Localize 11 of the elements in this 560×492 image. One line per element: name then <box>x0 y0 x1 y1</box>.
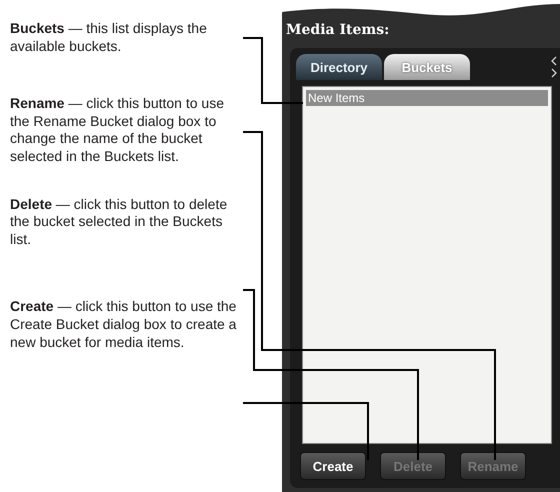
scroll-arrows-icon[interactable] <box>550 54 558 80</box>
callout-text: Rename — click this button to use the Rename Bucket dialog box to change the name of the bucket selected in the Buckets list. <box>10 95 225 166</box>
tab[interactable]: Buckets <box>384 54 470 80</box>
list-item[interactable]: New Items <box>306 90 548 106</box>
tab[interactable]: Directory <box>296 54 382 80</box>
callout-text: Create — click this button to use the Create Bucket dialog box to create a new bucket for media items. <box>10 298 238 352</box>
leader-line <box>243 37 303 104</box>
panel-title: Media Items: <box>286 22 390 38</box>
callout-text: Delete — click this button to delete the bucket selected in the Buckets list. <box>10 196 228 248</box>
callout-text: Buckets — this list displays the available buckets. <box>10 20 208 56</box>
bucket-button[interactable]: Create <box>300 452 366 480</box>
